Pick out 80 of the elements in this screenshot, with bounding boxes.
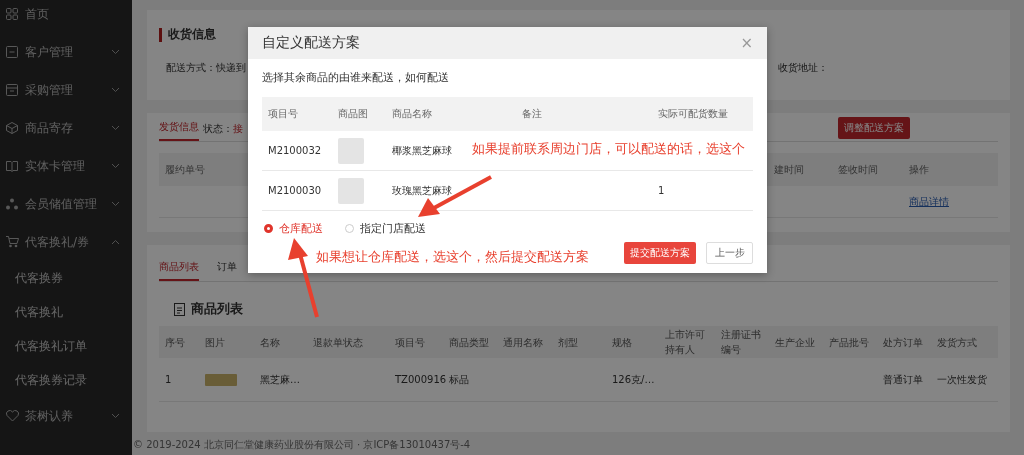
close-button[interactable]: ×: [740, 35, 753, 51]
sidebar-item[interactable]: 商品寄存: [0, 109, 132, 147]
cart-icon: [6, 236, 19, 248]
list-title: 商品列表: [191, 300, 243, 318]
column-header: 项目号: [395, 335, 425, 350]
table-cell: 标品: [449, 372, 469, 387]
table-cell: 1: [658, 185, 665, 196]
column-header: 商品名称: [392, 107, 432, 121]
section-title: 收货信息: [168, 26, 216, 43]
column-header: 退款单状态: [313, 335, 363, 350]
tab[interactable]: 商品列表: [159, 260, 199, 281]
sidebar-subitem[interactable]: 代客换券记录: [0, 363, 132, 397]
column-header: 备注: [522, 107, 542, 121]
dialog-subtitle: 选择其余商品的由谁来配送，如何配送: [262, 70, 450, 86]
cube-icon: [6, 122, 18, 134]
sidebar-item[interactable]: 会员储值管理: [0, 185, 132, 223]
photo-placeholder: [205, 373, 237, 386]
delivery-method-label: 配送方式：快递到: [166, 61, 246, 75]
column-header: 通用名称: [503, 335, 543, 350]
sidebar-item[interactable]: 茶树认养: [0, 397, 132, 435]
tab[interactable]: 发货信息: [159, 120, 199, 141]
sidebar-subitem[interactable]: 代客换券: [0, 261, 132, 295]
photo-placeholder: [338, 137, 364, 164]
card-icon: [6, 84, 18, 96]
table-cell: M2100030: [268, 185, 322, 196]
column-header: 发货方式: [937, 335, 977, 350]
sidebar-subitem[interactable]: 代客换礼订单: [0, 329, 132, 363]
sidebar-subitem[interactable]: 代客换礼: [0, 295, 132, 329]
column-header: 操作: [909, 162, 929, 177]
column-header: 履约单号: [165, 162, 205, 177]
sidebar-item[interactable]: 代客换礼/券: [0, 223, 132, 261]
column-header: 规格: [612, 335, 632, 350]
column-header: 名称: [260, 335, 280, 350]
sidebar-item[interactable]: 采购管理: [0, 71, 132, 109]
submit-plan-button[interactable]: 提交配送方案: [624, 242, 696, 264]
footer-text: © 2019-2024 北京同仁堂健康药业股份有限公司 · 京ICP备13010437号-4: [133, 438, 472, 452]
people-icon: [6, 198, 18, 210]
grid-icon: [6, 8, 18, 20]
adjust-plan-button[interactable]: 调整配送方案: [838, 117, 910, 139]
radio-option[interactable]: 仓库配送: [264, 221, 323, 236]
annotation-text: 如果提前联系周边门店，可以配送的话，选这个: [472, 140, 745, 158]
status-label: 状态：: [203, 122, 233, 136]
table-cell: TZ000916: [395, 374, 447, 385]
column-header: 实际可配货数量: [658, 107, 728, 121]
sidebar-item[interactable]: 客户管理: [0, 33, 132, 71]
column-header: 剂型: [558, 335, 578, 350]
photo-placeholder: [338, 177, 364, 204]
card-icon: [6, 46, 18, 58]
product-details-link[interactable]: 商品详情: [909, 194, 949, 209]
column-header: 签收时间: [838, 162, 878, 177]
table-cell: 玫瑰黑芝麻球: [392, 183, 452, 198]
column-header: 处方订单: [883, 335, 923, 350]
document-icon: [174, 302, 185, 316]
back-button[interactable]: 上一步: [706, 242, 753, 264]
table-cell: M2100032: [268, 145, 322, 156]
table-cell: 椰浆黑芝麻球: [392, 143, 452, 158]
heart-icon: [6, 410, 19, 422]
status-value: 接: [233, 122, 243, 136]
table-cell: 黑芝麻…: [260, 372, 300, 387]
column-header: 产品批号: [829, 335, 869, 350]
dialog-title: 自定义配送方案: [262, 34, 360, 52]
table-cell: 普通订单: [883, 372, 923, 387]
table-cell: 1: [165, 374, 172, 385]
column-header: 序号: [165, 335, 185, 350]
book-icon: [6, 160, 18, 172]
column-header: 商品类型: [449, 335, 489, 350]
column-header: 商品图: [338, 107, 368, 121]
tab[interactable]: 订单: [217, 260, 237, 281]
column-header: 项目号: [268, 107, 298, 121]
title-accent-bar: [159, 27, 162, 42]
column-header: 图片: [205, 335, 225, 350]
table-cell: 126克/…: [612, 372, 655, 387]
sidebar-item[interactable]: 实体卡管理: [0, 147, 132, 185]
column-header: 建时间: [774, 162, 804, 177]
address-label: 收货地址：: [778, 61, 828, 75]
radio-option[interactable]: 指定门店配送: [345, 221, 426, 236]
column-header: 生产企业: [775, 335, 815, 350]
annotation-text: 如果想让仓库配送，选这个，然后提交配送方案: [316, 248, 589, 266]
column-header: 注册证书编号: [721, 328, 762, 357]
sidebar-item[interactable]: 首页: [0, 0, 132, 33]
